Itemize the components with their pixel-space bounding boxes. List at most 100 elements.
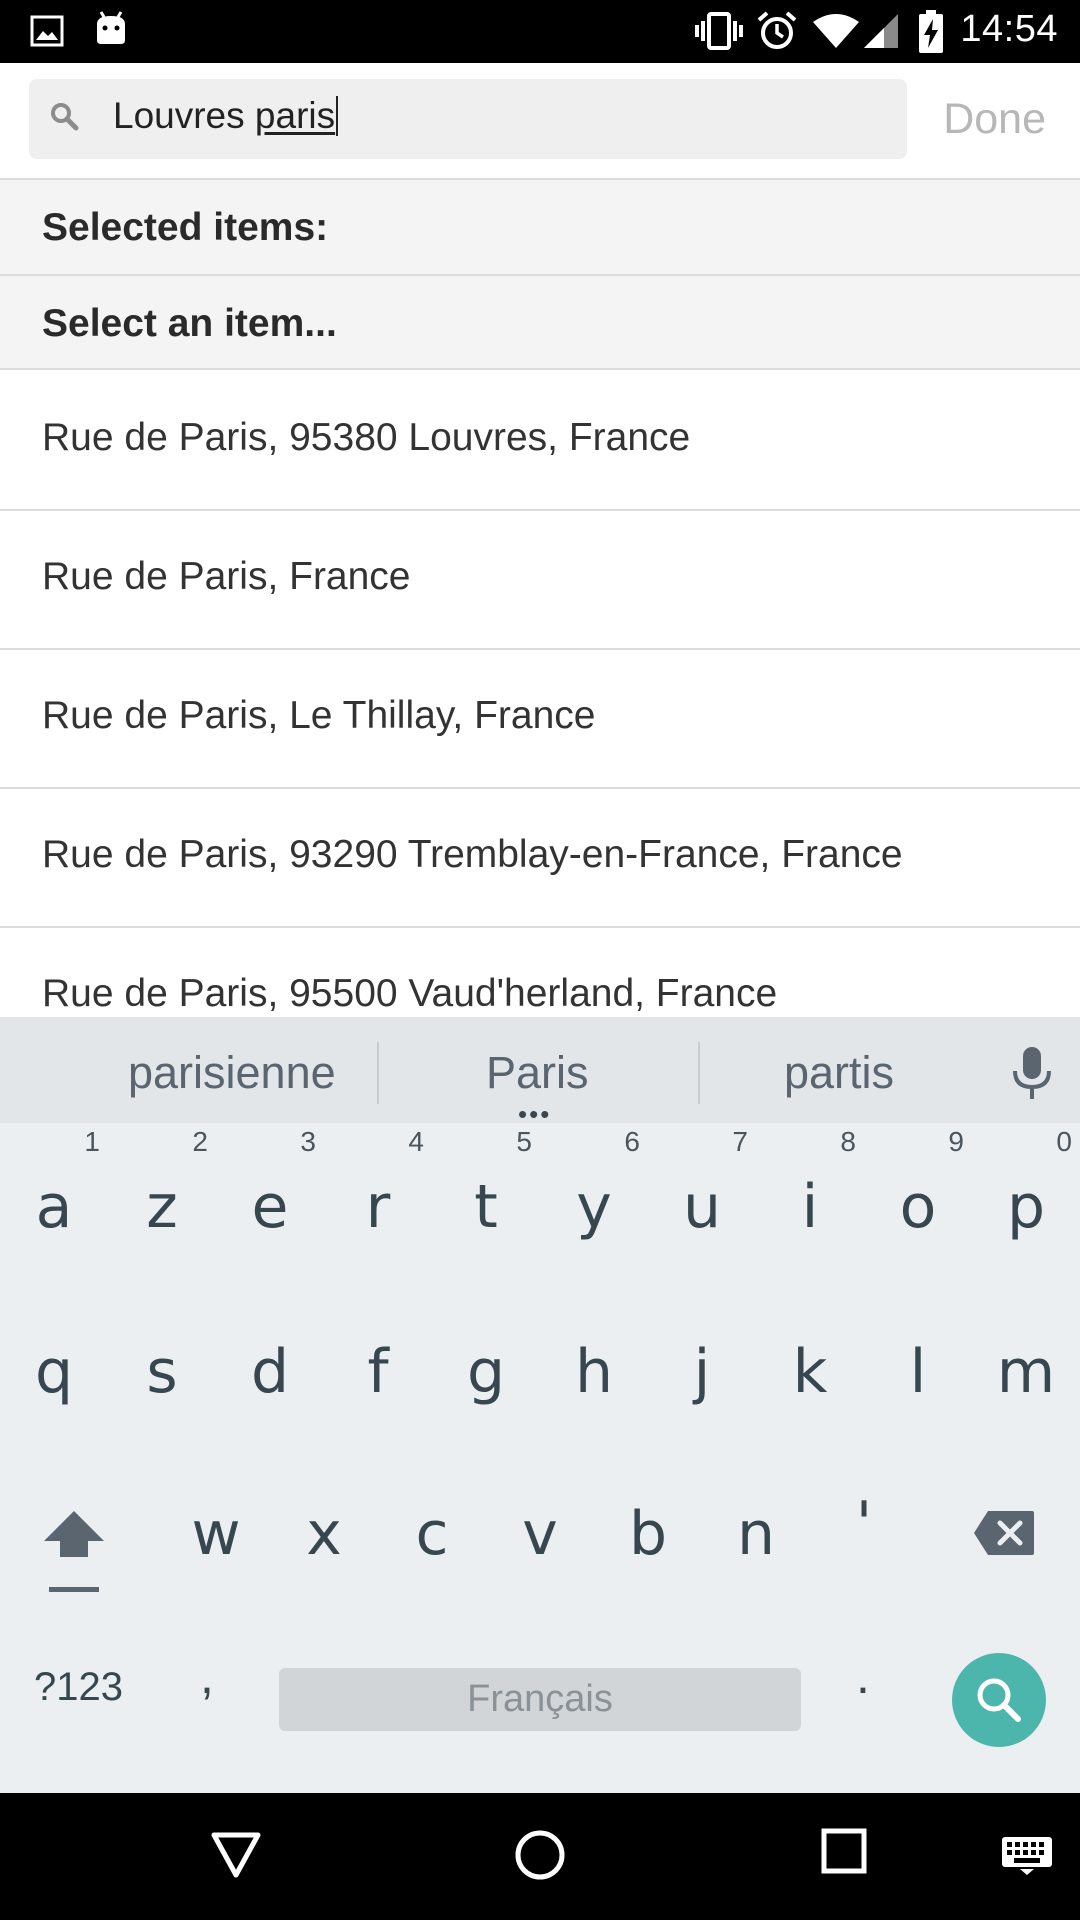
recents-icon[interactable] (820, 1827, 868, 1875)
key-a[interactable]: a1 (0, 1126, 108, 1242)
text-cursor (336, 96, 339, 136)
key-d[interactable]: d (216, 1337, 324, 1407)
key-b[interactable]: b (594, 1499, 702, 1569)
key-y[interactable]: y6 (540, 1126, 648, 1242)
key-n[interactable]: n (702, 1499, 810, 1569)
key-e[interactable]: e3 (216, 1126, 324, 1242)
search-icon (977, 1678, 1021, 1722)
key-hint: 3 (300, 1126, 316, 1157)
key-label: t (474, 1172, 498, 1242)
home-icon[interactable] (512, 1827, 568, 1883)
key-hint: 7 (732, 1126, 748, 1157)
key-s[interactable]: s (108, 1337, 216, 1407)
soft-keyboard: parisienne Paris ••• partis a1 z2 e3 r4 … (0, 1017, 1080, 1793)
key-hint: 9 (948, 1126, 964, 1157)
image-icon (30, 15, 64, 47)
key-apostrophe[interactable]: ' (810, 1489, 918, 1559)
key-v[interactable]: v (486, 1499, 594, 1569)
signal-icon (864, 14, 898, 48)
back-icon[interactable] (210, 1827, 262, 1881)
key-label: r (365, 1172, 391, 1242)
key-hint: 6 (624, 1126, 640, 1157)
key-label: e (251, 1172, 289, 1242)
list-item[interactable]: Rue de Paris, France (0, 511, 1080, 650)
android-icon (97, 11, 125, 44)
key-m[interactable]: m (972, 1337, 1080, 1407)
list-item[interactable]: Rue de Paris, 93290 Tremblay-en-France, … (0, 789, 1080, 928)
key-c[interactable]: c (378, 1499, 486, 1569)
key-w[interactable]: w (162, 1499, 270, 1569)
results-list: Rue de Paris, 95380 Louvres, France Rue … (0, 372, 1080, 1017)
list-item[interactable]: Rue de Paris, Le Thillay, France (0, 650, 1080, 789)
key-z[interactable]: z2 (108, 1126, 216, 1242)
key-i[interactable]: i8 (756, 1126, 864, 1242)
select-item-label: Select an item... (42, 302, 337, 345)
key-q[interactable]: q (0, 1337, 108, 1407)
key-hint: 5 (516, 1126, 532, 1157)
suggestion-2[interactable]: Paris (486, 1047, 589, 1099)
search-input[interactable]: Louvres paris (29, 79, 907, 159)
keyboard-switch-icon[interactable] (1000, 1835, 1054, 1875)
battery-charging-icon (919, 10, 943, 53)
key-label: z (146, 1172, 178, 1242)
symbols-key[interactable]: ?123 (34, 1665, 123, 1710)
search-bar: Louvres paris Done (0, 63, 1080, 178)
space-bar[interactable]: Français (279, 1668, 801, 1731)
key-label: u (682, 1172, 722, 1242)
key-k[interactable]: k (756, 1337, 864, 1407)
list-item[interactable]: Rue de Paris, 95380 Louvres, France (0, 372, 1080, 511)
key-l[interactable]: l (864, 1337, 972, 1407)
list-item-label: Rue de Paris, 93290 Tremblay-en-France, … (42, 833, 903, 876)
suggestion-strip: parisienne Paris ••• partis (0, 1017, 1080, 1129)
key-hint: 4 (408, 1126, 424, 1157)
alarm-icon (757, 11, 797, 49)
search-query: Louvres paris (113, 95, 339, 137)
navigation-bar (0, 1793, 1080, 1920)
vibrate-icon (695, 12, 743, 50)
key-p[interactable]: p0 (972, 1126, 1080, 1242)
list-item-label: Rue de Paris, 95380 Louvres, France (42, 416, 691, 459)
key-hint: 0 (1056, 1126, 1072, 1157)
key-hint: 8 (840, 1126, 856, 1157)
status-bar: 14:54 (0, 0, 1080, 63)
key-u[interactable]: u7 (648, 1126, 756, 1242)
key-period[interactable]: . (856, 1647, 870, 1705)
key-comma[interactable]: , (200, 1647, 214, 1705)
key-label: y (576, 1172, 612, 1242)
key-hint: 2 (192, 1126, 208, 1157)
key-label: a (35, 1172, 73, 1242)
search-query-composing: paris (254, 95, 336, 136)
microphone-icon[interactable] (1010, 1045, 1054, 1101)
list-item-label: Rue de Paris, 95500 Vaud'herland, France (42, 972, 778, 1015)
search-query-prefix: Louvres (113, 95, 255, 136)
key-o[interactable]: o9 (864, 1126, 972, 1242)
key-f[interactable]: f (324, 1337, 432, 1407)
shift-icon[interactable] (40, 1507, 108, 1597)
key-h[interactable]: h (540, 1337, 648, 1407)
suggestion-3[interactable]: partis (784, 1047, 894, 1099)
selected-items-label: Selected items: (42, 206, 329, 249)
key-g[interactable]: g (432, 1337, 540, 1407)
list-item[interactable]: Rue de Paris, 95500 Vaud'herland, France (0, 928, 1080, 1017)
key-x[interactable]: x (270, 1499, 378, 1569)
selected-items-header: Selected items: (0, 178, 1080, 274)
search-action-button[interactable] (952, 1653, 1046, 1747)
select-item-header: Select an item... (0, 274, 1080, 370)
more-suggestions-indicator: ••• (518, 1099, 552, 1129)
suggestion-divider (698, 1042, 700, 1104)
key-label: i (801, 1172, 819, 1242)
key-label: p (1006, 1172, 1046, 1242)
suggestion-1[interactable]: parisienne (128, 1047, 336, 1099)
key-j[interactable]: j (648, 1337, 756, 1407)
key-hint: 1 (84, 1126, 100, 1157)
done-button[interactable]: Done (943, 95, 1046, 144)
key-t[interactable]: t5 (432, 1126, 540, 1242)
key-r[interactable]: r4 (324, 1126, 432, 1242)
wifi-icon (813, 14, 859, 48)
key-label: o (899, 1172, 937, 1242)
search-icon (51, 103, 79, 131)
list-item-label: Rue de Paris, France (42, 555, 411, 598)
suggestion-divider (377, 1042, 379, 1104)
backspace-icon[interactable] (972, 1509, 1036, 1557)
app-content: Louvres paris Done Selected items: Selec… (0, 63, 1080, 1017)
